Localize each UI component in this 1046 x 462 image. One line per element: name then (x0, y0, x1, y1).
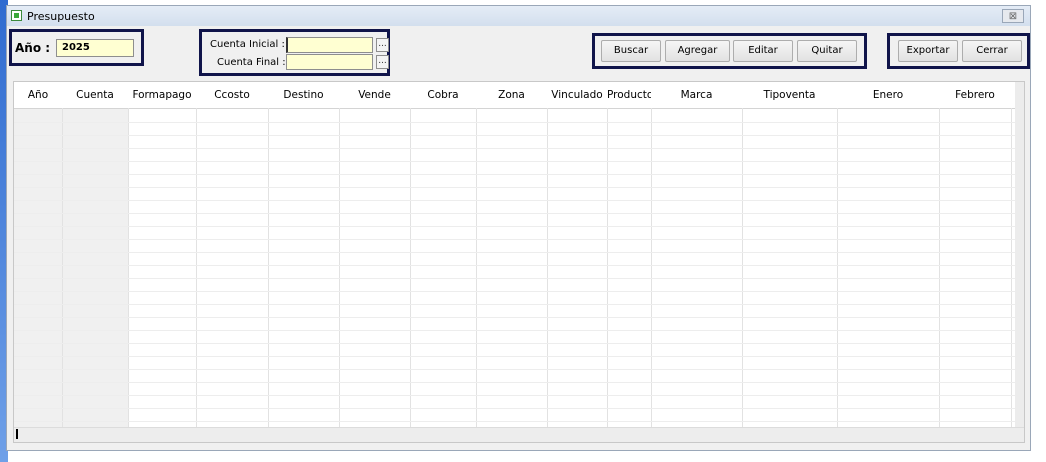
initial-account-label: Cuenta Inicial : (210, 39, 285, 50)
column-divider (1011, 108, 1012, 428)
column-header-producto[interactable]: Producto (607, 82, 651, 108)
table-row (14, 317, 1017, 318)
spreadsheet-icon (11, 10, 22, 21)
column-divider (742, 108, 743, 428)
initial-account-browse-button[interactable]: ... (376, 38, 389, 52)
column-header-cuenta[interactable]: Cuenta (62, 82, 128, 108)
edit-button[interactable]: Editar (733, 40, 793, 62)
column-header-vende[interactable]: Vende (339, 82, 410, 108)
table-row (14, 122, 1017, 123)
table-row (14, 226, 1017, 227)
year-group: Año : 2025 (9, 29, 144, 66)
table-row (14, 161, 1017, 162)
title-bar: Presupuesto ⊠ (7, 6, 1030, 26)
column-divider (651, 108, 652, 428)
table-row (14, 135, 1017, 136)
column-divider (128, 108, 129, 428)
year-input[interactable]: 2025 (56, 39, 134, 57)
column-divider (62, 108, 63, 428)
account-range-group: Cuenta Inicial : ... Cuenta Final : ... (199, 29, 390, 76)
vertical-scrollbar[interactable] (1015, 82, 1024, 442)
column-divider (410, 108, 411, 428)
presupuesto-window: Presupuesto ⊠ Año : 2025 Cuenta Inicial … (6, 5, 1031, 451)
table-row (14, 330, 1017, 331)
column-header-destino[interactable]: Destino (268, 82, 339, 108)
column-divider (476, 108, 477, 428)
column-header-marca[interactable]: Marca (651, 82, 742, 108)
horizontal-scrollbar[interactable] (14, 427, 1024, 442)
table-row (14, 174, 1017, 175)
column-divider (339, 108, 340, 428)
table-row (14, 304, 1017, 305)
table-row (14, 213, 1017, 214)
table-row (14, 395, 1017, 396)
column-header-enero[interactable]: Enero (837, 82, 939, 108)
final-account-input[interactable] (286, 54, 373, 70)
table-row (14, 356, 1017, 357)
column-header-tipoventa[interactable]: Tipoventa (742, 82, 837, 108)
table-row (14, 200, 1017, 201)
actions-group: Buscar Agregar Editar Quitar (592, 33, 867, 69)
export-button[interactable]: Exportar (898, 40, 958, 62)
file-actions-group: Exportar Cerrar (887, 33, 1030, 69)
final-account-label: Cuenta Final : (217, 57, 286, 68)
remove-button[interactable]: Quitar (797, 40, 857, 62)
table-row (14, 265, 1017, 266)
table-row (14, 421, 1017, 422)
table-row (14, 239, 1017, 240)
table-row (14, 382, 1017, 383)
table-row (14, 408, 1017, 409)
text-cursor (16, 429, 18, 439)
table-header: Año Cuenta Formapago Ccosto Destino Vende Cobr… (14, 82, 1017, 109)
close-icon[interactable]: ⊠ (1002, 9, 1024, 23)
column-header-cobra[interactable]: Cobra (410, 82, 476, 108)
column-header-febrero[interactable]: Febrero (939, 82, 1011, 108)
initial-account-input[interactable] (286, 37, 373, 53)
table-row (14, 252, 1017, 253)
column-header-a-o[interactable]: Año (14, 82, 62, 108)
table-row (14, 291, 1017, 292)
table-row (14, 343, 1017, 344)
close-button[interactable]: Cerrar (962, 40, 1022, 62)
window-title: Presupuesto (27, 10, 95, 23)
column-divider (196, 108, 197, 428)
column-header-vinculado[interactable]: Vinculado (547, 82, 607, 108)
column-divider (837, 108, 838, 428)
desktop-background-right (1032, 0, 1046, 462)
add-button[interactable]: Agregar (665, 40, 730, 62)
table-row (14, 187, 1017, 188)
column-divider (607, 108, 608, 428)
fixed-columns-background (14, 82, 128, 442)
column-divider (268, 108, 269, 428)
final-account-browse-button[interactable]: ... (376, 55, 389, 69)
table-row (14, 148, 1017, 149)
column-header-ccosto[interactable]: Ccosto (196, 82, 268, 108)
search-button[interactable]: Buscar (601, 40, 661, 62)
column-divider (939, 108, 940, 428)
budget-table[interactable]: Año Cuenta Formapago Ccosto Destino Vende Cobr… (13, 81, 1025, 443)
column-header-formapago[interactable]: Formapago (128, 82, 196, 108)
column-divider (547, 108, 548, 428)
table-row (14, 369, 1017, 370)
column-header-zona[interactable]: Zona (476, 82, 547, 108)
year-label: Año : (15, 41, 51, 55)
table-row (14, 278, 1017, 279)
